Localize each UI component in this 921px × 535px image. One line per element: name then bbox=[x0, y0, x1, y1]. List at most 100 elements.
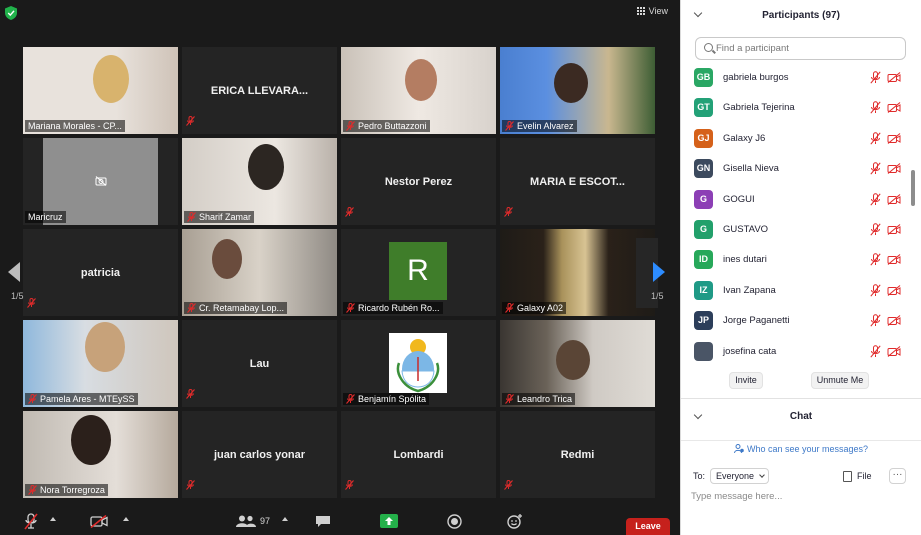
microphone-muted-icon bbox=[27, 298, 36, 308]
share-screen-icon[interactable] bbox=[380, 514, 398, 528]
scrollbar-thumb[interactable] bbox=[911, 170, 915, 206]
participant-row[interactable]: JP Jorge Paganetti bbox=[681, 306, 913, 336]
participant-search-input[interactable] bbox=[716, 41, 896, 56]
participant-name: Cr. Retamabay Lop... bbox=[199, 303, 285, 313]
who-can-see-link[interactable]: Who can see your messages? bbox=[681, 444, 921, 454]
chevron-down-icon bbox=[759, 472, 765, 478]
grid-icon bbox=[636, 7, 645, 15]
video-off-icon[interactable] bbox=[887, 102, 901, 114]
video-tile[interactable]: Redmi bbox=[500, 411, 655, 498]
microphone-muted-icon[interactable] bbox=[870, 101, 881, 114]
video-off-icon[interactable] bbox=[887, 72, 901, 83]
participants-options-caret[interactable] bbox=[282, 517, 288, 521]
video-tile[interactable]: Pamela Ares - MTEySS bbox=[23, 320, 178, 407]
participant-scrollbar[interactable] bbox=[911, 30, 915, 360]
file-label: File bbox=[857, 471, 872, 481]
video-off-icon[interactable] bbox=[887, 254, 901, 266]
participant-name: Benjamín Spólita bbox=[358, 394, 427, 404]
participant-row[interactable]: GB gabriela burgos bbox=[681, 63, 913, 93]
avatar: G bbox=[694, 219, 713, 239]
participant-search-box[interactable] bbox=[695, 37, 906, 60]
participant-name-tag: Galaxy A02 bbox=[502, 302, 567, 314]
participant-row[interactable]: GJ Galaxy J6 bbox=[681, 124, 913, 154]
microphone-muted-icon[interactable] bbox=[870, 253, 881, 266]
video-tile[interactable]: Benjamín Spólita bbox=[341, 320, 496, 407]
view-button[interactable]: View bbox=[636, 6, 668, 16]
mute-indicator bbox=[345, 204, 354, 222]
participant-row[interactable]: GT Gabriela Tejerina bbox=[681, 93, 913, 123]
video-off-icon[interactable] bbox=[887, 193, 901, 205]
video-tile[interactable]: Mariana Morales - CP... bbox=[23, 47, 178, 134]
file-button[interactable]: File bbox=[843, 468, 872, 484]
video-tile[interactable]: Maricruz bbox=[23, 138, 178, 225]
video-tile[interactable]: Galaxy A02 bbox=[500, 229, 655, 316]
recipient-dropdown[interactable]: Everyone bbox=[710, 468, 770, 484]
participants-button[interactable]: 97 bbox=[236, 515, 270, 527]
participants-title: Participants (97) bbox=[762, 10, 840, 21]
participant-name-tag: Mariana Morales - CP... bbox=[25, 120, 125, 132]
participant-row[interactable]: josefina cata bbox=[681, 337, 913, 367]
video-off-icon[interactable] bbox=[887, 284, 901, 296]
reactions-icon[interactable] bbox=[507, 513, 523, 529]
avatar: JP bbox=[694, 311, 713, 331]
microphone-muted-icon bbox=[345, 207, 354, 217]
participant-row[interactable]: G GOGUI bbox=[681, 185, 913, 215]
audio-options-caret[interactable] bbox=[50, 517, 56, 521]
video-tile[interactable]: Sharif Zamar bbox=[182, 138, 337, 225]
video-tile[interactable]: Nestor Perez bbox=[341, 138, 496, 225]
avatar: GT bbox=[694, 98, 713, 118]
shield-icon[interactable] bbox=[5, 6, 17, 20]
video-off-icon[interactable] bbox=[887, 163, 901, 175]
microphone-muted-icon[interactable] bbox=[870, 162, 881, 175]
video-tile[interactable]: Cr. Retamabay Lop... bbox=[182, 229, 337, 316]
participant-row[interactable]: ID ines dutari bbox=[681, 245, 913, 275]
participant-name: patricia bbox=[80, 266, 121, 279]
video-tile[interactable]: Pedro Buttazzoni bbox=[341, 47, 496, 134]
microphone-muted-icon[interactable] bbox=[870, 344, 881, 358]
participant-row[interactable]: G GUSTAVO bbox=[681, 215, 913, 245]
microphone-muted-icon[interactable] bbox=[870, 223, 881, 236]
participant-name: juan carlos yonar bbox=[213, 448, 306, 461]
video-tile[interactable]: Lau bbox=[182, 320, 337, 407]
participant-name: Leandro Trica bbox=[517, 394, 573, 404]
participant-figure bbox=[405, 59, 437, 101]
video-tile[interactable]: ERICA LLEVARA... bbox=[182, 47, 337, 134]
video-tile[interactable]: juan carlos yonar bbox=[182, 411, 337, 498]
video-off-icon[interactable] bbox=[887, 315, 901, 327]
more-options-button[interactable]: ··· bbox=[889, 468, 906, 484]
leave-button[interactable]: Leave bbox=[626, 518, 670, 535]
video-off-icon[interactable] bbox=[887, 345, 901, 357]
invite-button[interactable]: Invite bbox=[729, 372, 763, 389]
microphone-muted-icon[interactable] bbox=[870, 132, 881, 145]
video-tile[interactable]: Lombardi bbox=[341, 411, 496, 498]
participant-row[interactable]: IZ Ivan Zapana bbox=[681, 276, 913, 306]
microphone-muted-icon bbox=[186, 389, 195, 399]
video-tile[interactable]: Nora Torregroza bbox=[23, 411, 178, 498]
participant-row[interactable]: GN Gisella Nieva bbox=[681, 154, 913, 184]
mute-indicator bbox=[186, 386, 195, 404]
unmute-me-button[interactable]: Unmute Me bbox=[811, 372, 869, 389]
video-tile[interactable]: Evelin Alvarez bbox=[500, 47, 655, 134]
video-off-icon[interactable] bbox=[887, 132, 901, 144]
video-tile[interactable]: R Ricardo Rubén Ro... bbox=[341, 229, 496, 316]
video-options-caret[interactable] bbox=[123, 517, 129, 521]
video-tile[interactable]: MARIA E ESCOT... bbox=[500, 138, 655, 225]
participant-name: Mariana Morales - CP... bbox=[28, 121, 122, 131]
microphone-muted-icon bbox=[346, 303, 355, 313]
microphone-muted-icon[interactable] bbox=[24, 513, 38, 530]
video-tile[interactable]: patricia bbox=[23, 229, 178, 316]
microphone-muted-icon[interactable] bbox=[870, 192, 881, 206]
chat-message-input[interactable] bbox=[691, 488, 911, 504]
microphone-muted-icon[interactable] bbox=[870, 314, 881, 327]
record-icon[interactable] bbox=[447, 514, 462, 529]
microphone-muted-icon[interactable] bbox=[870, 71, 881, 84]
participants-icon bbox=[236, 515, 256, 527]
video-tile[interactable]: Leandro Trica bbox=[500, 320, 655, 407]
mute-indicator bbox=[504, 477, 513, 495]
video-off-icon[interactable] bbox=[90, 515, 108, 528]
who-can-see-text: Who can see your messages? bbox=[746, 444, 869, 454]
video-off-icon[interactable] bbox=[887, 224, 901, 235]
microphone-muted-icon[interactable] bbox=[870, 284, 881, 297]
chat-icon[interactable] bbox=[315, 515, 331, 528]
mute-indicator bbox=[345, 477, 354, 495]
